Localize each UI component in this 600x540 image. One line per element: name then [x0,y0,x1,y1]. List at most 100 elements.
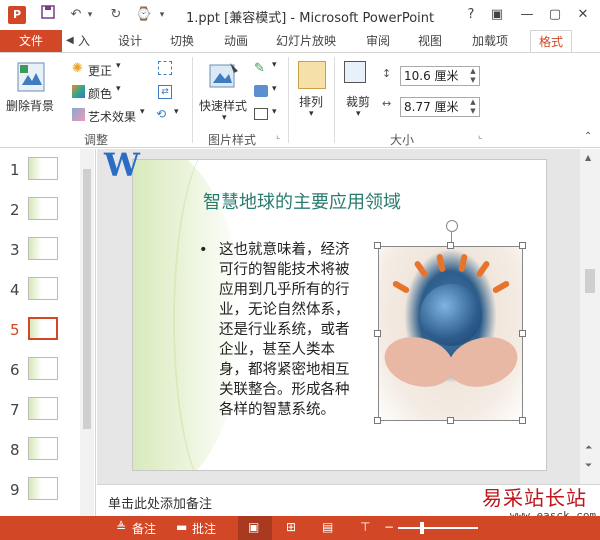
thumbnail-item-active[interactable]: 5 [0,309,80,349]
height-spin-arrows[interactable]: ▲ ▼ [467,67,479,85]
thumbnail-item[interactable]: 9 [0,469,80,509]
help-button[interactable]: ? [458,4,484,26]
arrange-button[interactable]: 排列 [299,93,323,110]
scroll-up-icon[interactable]: ▲ [585,153,591,162]
thumbnail-image[interactable] [28,357,58,380]
tab-review[interactable]: 审阅 [366,30,390,52]
slideshow-icon[interactable]: ⊤ [360,520,370,534]
tab-insert[interactable]: 入 [78,30,90,52]
effects-dropdown-icon[interactable]: ▾ [272,84,277,94]
thumbnail-item[interactable]: 4 [0,269,80,309]
resize-handle[interactable] [519,330,526,337]
thumbnail-image[interactable] [28,197,58,220]
artistic-effects-button[interactable]: 艺术效果 [88,108,136,125]
maximize-icon[interactable]: ▢ [542,4,568,26]
quick-styles-dropdown-icon[interactable]: ▾ [222,113,227,123]
thumbnail-image[interactable] [28,437,58,460]
width-field[interactable]: 8.77 厘米 ▲ ▼ [400,97,480,117]
picture-layout-icon[interactable] [254,108,268,120]
resize-handle[interactable] [519,417,526,424]
size-dialog-launcher-icon[interactable]: ⌞ [478,131,482,141]
zoom-slider-knob[interactable] [420,522,424,534]
start-from-beginning-icon[interactable]: ⌚ [134,5,154,25]
height-field[interactable]: 10.6 厘米 ▲ ▼ [400,66,480,86]
rotate-handle[interactable] [446,220,458,232]
color-button[interactable]: 颜色 [88,85,112,102]
resize-handle[interactable] [374,417,381,424]
comments-button[interactable]: 批注 [192,520,216,537]
close-button[interactable]: ✕ [570,4,596,26]
tab-scroll-left-icon[interactable]: ◀ [66,30,74,52]
artistic-dropdown-icon[interactable]: ▾ [140,107,145,117]
thumbnail-item[interactable]: 6 [0,349,80,389]
arrange-dropdown-icon[interactable]: ▾ [309,109,314,119]
thumbnail-image[interactable] [28,397,58,420]
crop-dropdown-icon[interactable]: ▾ [356,109,361,119]
next-slide-icon[interactable]: ⏷ [585,461,592,471]
compress-pictures-icon[interactable] [158,61,172,75]
picture-effects-icon[interactable] [254,85,268,97]
tab-format[interactable]: 格式 [530,30,573,53]
thumbnail-item[interactable]: 3 [0,229,80,269]
tab-view[interactable]: 视图 [418,30,442,52]
thumbnail-image[interactable] [28,277,58,300]
slide-sorter-icon[interactable]: ⊞ [286,520,296,534]
border-dropdown-icon[interactable]: ▾ [272,60,277,70]
crop-icon[interactable] [344,61,366,83]
tab-transitions[interactable]: 切换 [170,30,194,52]
thumbnail-item[interactable]: 1 [0,149,80,189]
quick-styles-icon[interactable] [208,61,240,93]
zoom-slider[interactable] [398,527,478,529]
crop-button[interactable]: 裁剪 [346,93,370,110]
thumbnail-scrollbar[interactable] [80,149,94,519]
thumbnail-item[interactable]: 7 [0,389,80,429]
undo-dropdown-icon[interactable]: ▾ [84,5,96,25]
customize-toolbar-icon[interactable]: ▾ [156,5,168,25]
change-picture-icon[interactable]: ⇄ [158,85,172,99]
tab-slideshow[interactable]: 幻灯片放映 [276,30,336,52]
layout-dropdown-icon[interactable]: ▾ [272,107,277,117]
reset-picture-icon[interactable]: ⟲ [156,107,166,121]
resize-handle[interactable] [447,242,454,249]
resize-handle[interactable] [447,417,454,424]
picture-border-icon[interactable]: ✎ [254,61,265,76]
corrections-dropdown-icon[interactable]: ▾ [116,61,121,71]
save-icon[interactable] [38,5,58,25]
slide-title[interactable]: 智慧地球的主要应用领域 [203,188,401,214]
thumbnail-image[interactable] [28,157,58,180]
tab-design[interactable]: 设计 [118,30,142,52]
notes-button[interactable]: 备注 [132,520,156,537]
thumbnail-item[interactable]: 2 [0,189,80,229]
undo-icon[interactable]: ↶ [66,5,86,25]
arrange-icon[interactable] [298,61,326,89]
notes-toggle-icon[interactable]: ≜ [116,520,126,534]
reading-view-icon[interactable]: ▤ [322,520,333,534]
color-dropdown-icon[interactable]: ▾ [116,84,121,94]
slide-body-text[interactable]: • 这也就意味着，经济可行的智能技术将被应用到几乎所有的行业，无论自然体系，还是… [199,240,353,420]
dialog-launcher-icon[interactable]: ⌞ [276,131,280,141]
resize-handle[interactable] [519,242,526,249]
tab-file[interactable]: 文件 [0,30,62,52]
previous-slide-icon[interactable]: ⏶ [585,443,592,453]
remove-background-icon[interactable] [16,61,46,93]
collapse-ribbon-icon[interactable]: ⌃ [584,131,592,142]
thumbnail-image[interactable] [28,477,58,500]
editor-scrollbar[interactable]: ▲ ⏶ ⏷ [580,149,600,484]
scrollbar-thumb[interactable] [83,169,91,429]
tab-addins[interactable]: 加载项 [472,30,508,52]
reset-dropdown-icon[interactable]: ▾ [174,107,179,117]
tab-animations[interactable]: 动画 [224,30,248,52]
comments-icon[interactable]: ▬ [176,520,187,534]
zoom-out-icon[interactable]: − [384,520,394,534]
redo-icon[interactable]: ↻ [106,5,126,25]
corrections-button[interactable]: 更正 [88,62,112,79]
resize-handle[interactable] [374,330,381,337]
quick-styles-button[interactable]: 快速样式 [199,97,247,114]
minimize-button[interactable]: — [514,4,540,26]
remove-background-button[interactable]: 删除背景 [6,97,54,114]
slide-canvas[interactable]: 智慧地球的主要应用领域 • 这也就意味着，经济可行的智能技术将被应用到几乎所有的… [132,159,547,471]
ribbon-display-options-icon[interactable]: ▣ [484,4,510,26]
resize-handle[interactable] [374,242,381,249]
thumbnail-image[interactable] [28,237,58,260]
scrollbar-thumb[interactable] [585,269,595,293]
